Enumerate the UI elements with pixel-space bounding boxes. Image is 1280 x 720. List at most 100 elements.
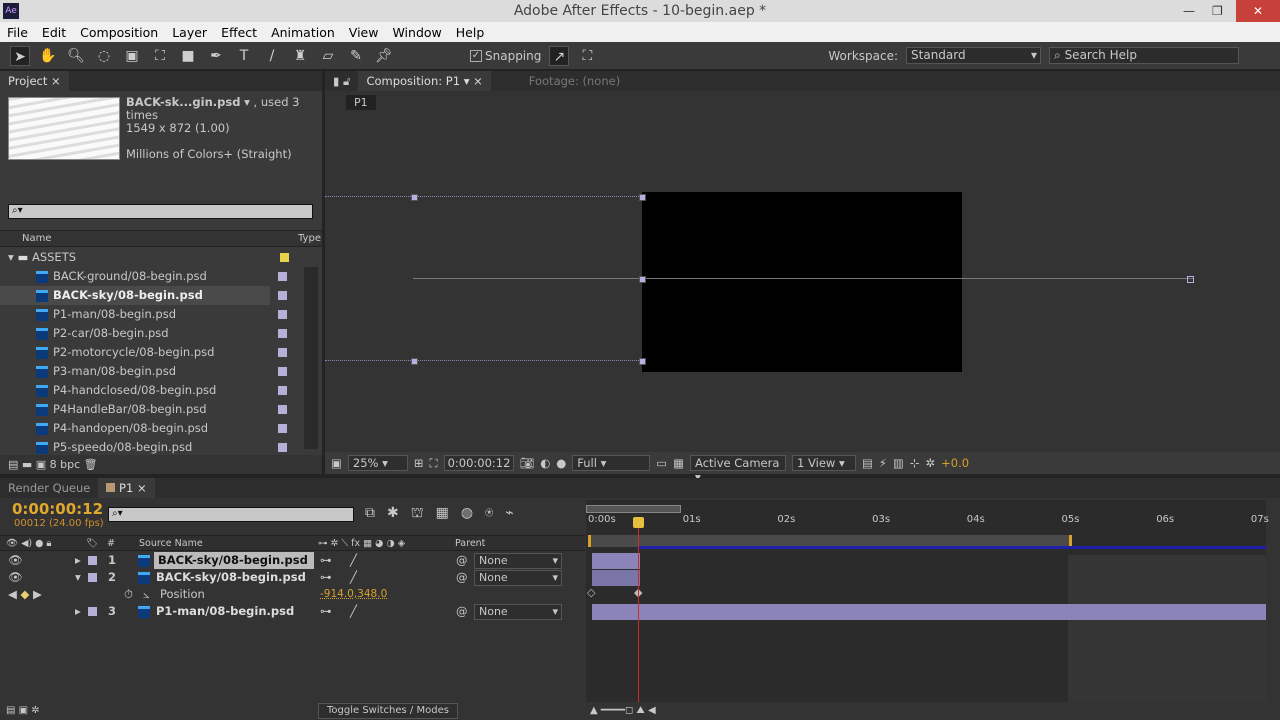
folder-assets[interactable]: ▾ ▬ ASSETS [0,248,320,267]
parent-dropdown[interactable]: None ▾ [474,604,562,620]
anchor-handle[interactable] [639,276,646,283]
lock-icon[interactable]: ▮ 🔓︎ [325,71,358,91]
project-item[interactable]: P2-motorcycle/08-begin.psd [0,343,320,362]
pan-behind-tool-icon[interactable]: ⛶ [150,46,170,66]
column-type[interactable]: Type [298,231,321,247]
fast-previews-icon[interactable]: ⚡ [879,456,887,470]
layer-bar-1[interactable] [592,553,640,569]
eye-icon[interactable]: 👁︎ [8,569,23,586]
pixel-aspect-icon[interactable]: ▤ [862,456,873,470]
project-item[interactable]: P2-car/08-begin.psd [0,324,320,343]
eraser-tool-icon[interactable]: ▱ [318,46,338,66]
quality-switch-icon[interactable]: ╱ [350,552,357,569]
footer-icons[interactable]: ▤ ▣ ✲ [6,702,40,720]
expand-down-icon[interactable]: ▾ [75,569,81,586]
transparency-grid-icon[interactable]: ▦ [673,456,684,470]
project-item[interactable]: BACK-ground/08-begin.psd [0,267,320,286]
project-item[interactable]: P3-man/08-begin.psd [0,362,320,381]
camera-tool-icon[interactable]: ▣ [122,46,142,66]
project-item[interactable]: P4HandleBar/08-begin.psd [0,400,320,419]
pick-whip-icon[interactable]: @ [456,603,468,620]
snapshot-icon[interactable]: 📷︎ [520,456,535,470]
tab-composition-p1[interactable]: Composition: P1 ▾ × [358,71,491,91]
menu-help[interactable]: Help [449,25,492,40]
reset-exposure-icon[interactable]: ✲ [926,456,936,470]
expand-right-icon[interactable]: ▸ [75,603,81,620]
project-item[interactable]: P4-handopen/08-begin.psd [0,419,320,438]
current-time-display[interactable]: 0:00:00:12 [12,500,103,518]
safe-areas-icon[interactable]: ⊞ [414,456,424,470]
menu-composition[interactable]: Composition [73,25,165,40]
keyframe-icon[interactable]: ◇ [587,586,595,599]
layer-name[interactable]: BACK-sky/08-begin.psd [154,569,308,586]
project-item[interactable]: BACK-sky/08-begin.psd [0,286,287,305]
snap-features-icon[interactable]: ⛶ [577,46,597,66]
tab-render-queue[interactable]: Render Queue [0,478,98,498]
region-of-interest-icon[interactable]: ▭ [656,456,667,470]
time-navigator[interactable] [586,505,681,513]
close-button[interactable]: ✕ [1236,0,1280,22]
label-color[interactable] [88,607,97,616]
tab-timeline-p1[interactable]: P1 × [98,478,155,498]
eye-icon[interactable]: 👁︎ [8,552,23,569]
toggle-switches-modes-button[interactable]: Toggle Switches / Modes [318,703,458,719]
menu-effect[interactable]: Effect [214,25,264,40]
channel-icon[interactable]: ● [556,456,566,470]
maximize-button[interactable]: ❐ [1212,0,1223,22]
comp-breadcrumb[interactable]: P1 [346,95,376,110]
layer-row[interactable]: ▸ 3 P1-man/08-begin.psd ⊶ ╱ @ None ▾ [0,603,585,620]
menu-window[interactable]: Window [385,25,448,40]
project-scrollbar[interactable] [304,267,318,449]
zoom-tool-icon[interactable]: 🔍︎ [66,46,86,66]
clone-stamp-tool-icon[interactable]: ♜ [290,46,310,66]
always-preview-icon[interactable]: ▣ [331,456,342,470]
column-name[interactable]: Name [22,231,52,247]
pick-whip-icon[interactable]: @ [456,552,468,569]
hand-tool-icon[interactable]: ✋ [38,46,58,66]
timeline-switch-icons[interactable]: ⧉✱⛫▦◍⍟⌁ [365,505,526,523]
project-item[interactable]: P1-man/08-begin.psd [0,305,320,324]
shy-switch-icon[interactable]: ⊶ [320,569,332,586]
rectangle-tool-icon[interactable]: ■ [178,46,198,66]
column-source-name[interactable]: Source Name [139,536,203,552]
quality-switch-icon[interactable]: ╱ [350,603,357,620]
parent-dropdown[interactable]: None ▾ [474,570,562,586]
current-time-field[interactable]: 0:00:00:12 [443,455,514,471]
time-graph[interactable]: 0:00s01s02s03s04s05s06s07s ◇ ◆ [586,500,1269,710]
snapping-checkbox[interactable]: ✓ Snapping [470,49,541,63]
magnification-dropdown[interactable]: 25% ▾ [347,455,408,471]
column-parent[interactable]: Parent [455,536,485,552]
zoom-slider[interactable]: ▲ ━━━━◻ ⛰ ◀ [590,702,656,720]
minimize-button[interactable]: — [1183,0,1195,22]
expand-right-icon[interactable]: ▸ [75,552,81,569]
layer-bound-handle[interactable] [411,358,418,365]
show-snapshot-icon[interactable]: ◐ [540,456,550,470]
rotate-tool-icon[interactable]: ◌ [94,46,114,66]
stopwatch-icon[interactable]: ⏱ [124,586,133,603]
layer-bar-3[interactable] [592,604,1266,620]
layer-bar-2[interactable] [592,570,640,586]
menu-file[interactable]: File [0,25,35,40]
menu-animation[interactable]: Animation [264,25,342,40]
selection-tool-icon[interactable]: ➤ [10,45,30,66]
snap-edges-icon[interactable]: ↗ [549,45,570,66]
menu-edit[interactable]: Edit [35,25,73,40]
puppet-pin-tool-icon[interactable]: 📌︎ [374,46,394,66]
composition-canvas[interactable] [642,192,962,372]
keyframe-navigator[interactable]: ◀ ◆ ▶ [8,586,42,603]
type-tool-icon[interactable]: T [234,46,254,66]
menu-layer[interactable]: Layer [165,25,214,40]
quality-switch-icon[interactable]: ╱ [350,569,357,586]
layer-row[interactable]: 👁︎ ▾ 2 BACK-sky/08-begin.psd ⊶ ╱ @ None ▾ [0,569,585,586]
label-color[interactable] [88,556,97,565]
shy-switch-icon[interactable]: ⊶ [320,552,332,569]
resolution-dropdown[interactable]: Full ▾ [572,455,651,471]
roto-brush-tool-icon[interactable]: ✎ [346,46,366,66]
exposure-value[interactable]: +0.0 [941,456,969,470]
tab-footage[interactable]: Footage: (none) [521,71,628,91]
parent-dropdown[interactable]: None ▾ [474,553,562,569]
flowchart-icon[interactable]: ⊹ [910,456,920,470]
search-help-input[interactable]: ⌕ Search Help [1049,47,1240,64]
motion-path-end[interactable] [1187,276,1194,283]
timeline-search-input[interactable]: ⌕▾ [108,507,354,522]
